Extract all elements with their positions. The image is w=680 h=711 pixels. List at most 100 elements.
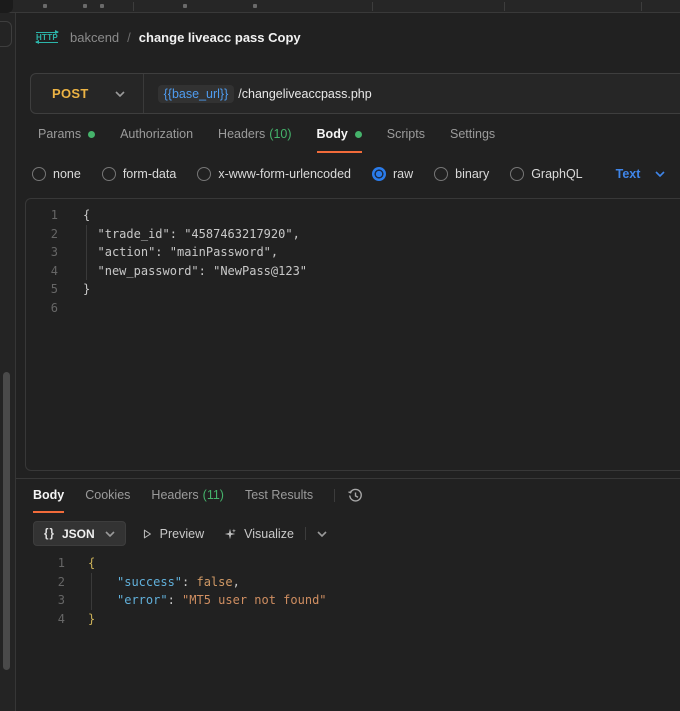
- method-label: POST: [52, 86, 89, 101]
- radio-icon[interactable]: [102, 167, 116, 181]
- tab-settings[interactable]: Settings: [450, 127, 495, 153]
- corner-decoration: [0, 0, 13, 13]
- response-tab-body[interactable]: Body: [33, 488, 64, 513]
- response-tab-headers[interactable]: Headers(11): [151, 488, 224, 513]
- tab-authorization[interactable]: Authorization: [120, 127, 193, 153]
- url-variable-pill[interactable]: {{base_url}}: [158, 85, 235, 103]
- tab-icon-dot: [43, 4, 47, 8]
- request-tabs: Params Authorization Headers(10) Body Script…: [16, 127, 680, 153]
- workspace-tab-strip[interactable]: [0, 0, 680, 13]
- indent-guide: [91, 573, 92, 592]
- radio-icon[interactable]: [32, 167, 46, 181]
- tab-icon-dot: [253, 4, 257, 8]
- line-content: "error": "MT5 user not found": [88, 591, 327, 610]
- response-tabs-divider: [334, 489, 335, 502]
- response-body-editor[interactable]: 1{2"success": false,3"error": "MT5 user …: [16, 554, 680, 628]
- tab-label: Test Results: [245, 488, 313, 502]
- sidebar-button[interactable]: [0, 21, 12, 47]
- response-format-dropdown[interactable]: {} JSON: [33, 521, 126, 546]
- body-type-none[interactable]: none: [32, 167, 81, 181]
- code-line: 6: [26, 299, 680, 318]
- code-token: "success": [117, 575, 182, 589]
- raw-format-selector[interactable]: Text: [616, 167, 666, 181]
- left-sidebar: [0, 13, 16, 711]
- preview-button[interactable]: Preview: [141, 527, 204, 541]
- visualize-label: Visualize: [244, 527, 294, 541]
- body-type-raw[interactable]: raw: [372, 167, 413, 181]
- tab-label: Settings: [450, 127, 495, 141]
- tab-status-dot: [355, 131, 362, 138]
- app-window: HTTP bakcend / change liveacc pass Copy …: [0, 0, 680, 711]
- body-type-form-data[interactable]: form-data: [102, 167, 177, 181]
- sidebar-scrollbar-thumb[interactable]: [3, 372, 10, 670]
- radio-icon[interactable]: [510, 167, 524, 181]
- response-tab-cookies[interactable]: Cookies: [85, 488, 130, 513]
- line-number: 3: [26, 243, 58, 262]
- line-content: "new_password": "NewPass@123": [83, 262, 307, 281]
- code-line: 2"success": false,: [16, 573, 680, 592]
- history-clock-icon[interactable]: [347, 487, 364, 504]
- sparkle-icon: [223, 527, 237, 541]
- line-number: 4: [16, 610, 65, 629]
- radio-icon[interactable]: [434, 167, 448, 181]
- line-number: 2: [26, 225, 58, 244]
- tab-divider: [641, 2, 642, 11]
- tab-headers[interactable]: Headers(10): [218, 127, 291, 153]
- code-token: {: [88, 556, 95, 570]
- url-input[interactable]: {{base_url}} /changeliveaccpass.php: [144, 85, 372, 103]
- body-type-x-www-form-urlencoded[interactable]: x-www-form-urlencoded: [197, 167, 351, 181]
- tab-status-dot: [88, 131, 95, 138]
- response-tabs: Body Cookies Headers(11) Test Results: [16, 488, 680, 514]
- toolbar-more-chevron-icon[interactable]: [317, 531, 327, 537]
- line-content: }: [83, 280, 90, 299]
- code-token: :: [168, 593, 182, 607]
- body-type-graphql[interactable]: GraphQL: [510, 167, 582, 181]
- tab-icon-dot: [100, 4, 104, 8]
- radio-selected-icon[interactable]: [372, 167, 386, 181]
- tab-icon-dot: [183, 4, 187, 8]
- request-body-editor[interactable]: 1{2"trade_id": "4587463217920",3"action"…: [25, 198, 680, 471]
- code-line: 2 "trade_id": "4587463217920",: [26, 225, 680, 244]
- chevron-down-icon: [655, 171, 665, 177]
- tab-label: Headers: [218, 127, 265, 141]
- play-icon: [141, 528, 153, 540]
- line-number: 6: [26, 299, 58, 318]
- code-token: }: [83, 282, 90, 296]
- body-type-row: none form-data x-www-form-urlencoded raw bin…: [16, 162, 680, 186]
- tab-params[interactable]: Params: [38, 127, 95, 153]
- code-token: "trade_id": "4587463217920",: [98, 227, 300, 241]
- http-request-icon: HTTP: [35, 32, 59, 43]
- radio-icon[interactable]: [197, 167, 211, 181]
- code-token: "action": "mainPassword",: [98, 245, 279, 259]
- chevron-down-icon: [115, 91, 125, 97]
- raw-format-label: Text: [616, 167, 641, 181]
- line-number: 2: [16, 573, 65, 592]
- code-token: }: [88, 612, 95, 626]
- curly-braces-icon: {}: [44, 528, 55, 540]
- tab-body[interactable]: Body: [317, 127, 362, 153]
- code-token: "new_password": "NewPass@123": [98, 264, 308, 278]
- breadcrumb-request-name[interactable]: change liveacc pass Copy: [139, 30, 301, 45]
- code-line: 1{: [16, 554, 680, 573]
- code-line: 4}: [16, 610, 680, 629]
- tab-label: Headers: [151, 488, 198, 502]
- line-number: 5: [26, 280, 58, 299]
- breadcrumb-collection[interactable]: bakcend: [70, 30, 119, 45]
- chevron-down-icon: [105, 531, 115, 537]
- tab-scripts[interactable]: Scripts: [387, 127, 425, 153]
- tab-label: Body: [33, 488, 64, 502]
- tab-label: Authorization: [120, 127, 193, 141]
- response-format-label: JSON: [62, 527, 95, 541]
- tab-label: Cookies: [85, 488, 130, 502]
- code-line: 3 "action": "mainPassword",: [26, 243, 680, 262]
- indent-guide: [91, 591, 92, 610]
- visualize-button[interactable]: Visualize: [223, 527, 294, 541]
- response-tab-test-results[interactable]: Test Results: [245, 488, 313, 513]
- indent-guide: [86, 243, 87, 262]
- body-type-binary[interactable]: binary: [434, 167, 489, 181]
- preview-label: Preview: [160, 527, 204, 541]
- toolbar-divider: [305, 527, 306, 540]
- line-content: "action": "mainPassword",: [83, 243, 278, 262]
- line-number: 1: [26, 206, 58, 225]
- method-selector[interactable]: POST: [31, 86, 143, 101]
